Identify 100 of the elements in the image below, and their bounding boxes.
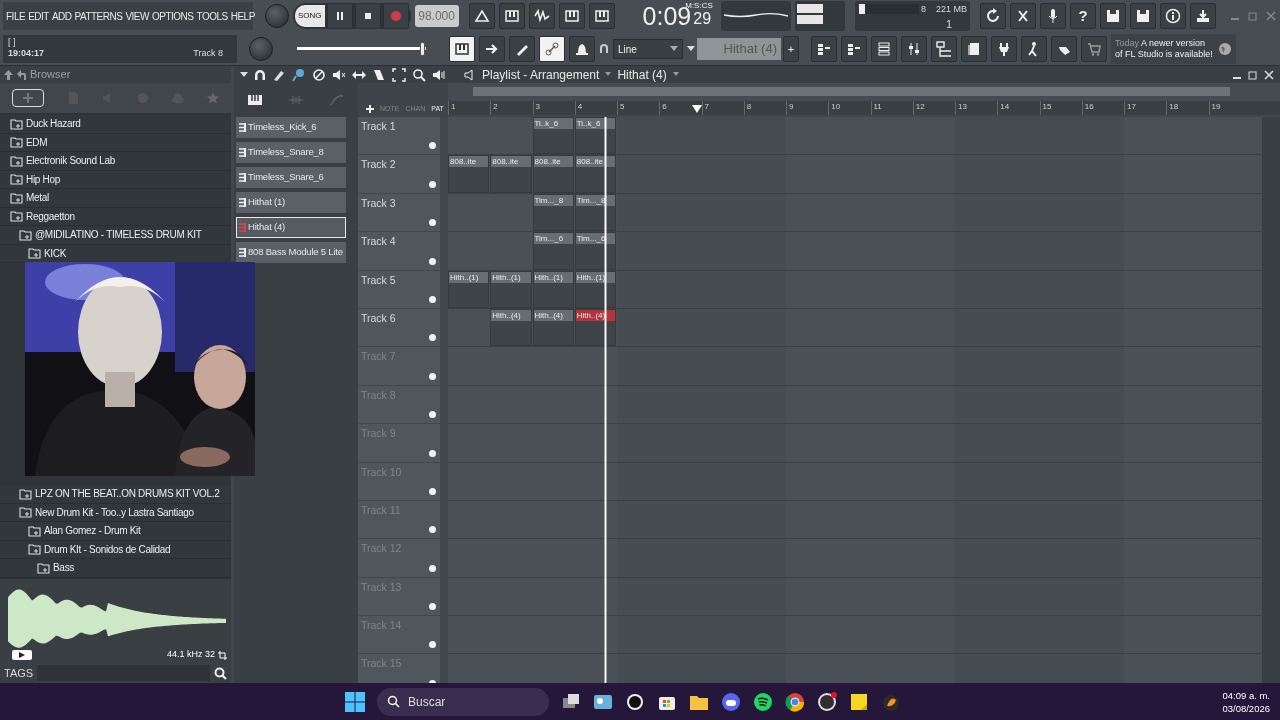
- channel-rack-button[interactable]: [871, 36, 897, 62]
- pattern-clip[interactable]: Hith..(4): [490, 308, 532, 347]
- menu-item[interactable]: HELP: [230, 8, 255, 24]
- up-arrow-icon[interactable]: [4, 69, 13, 80]
- folder-item[interactable]: KICK: [44, 245, 67, 261]
- track-label[interactable]: Track 2: [361, 158, 396, 171]
- browser-icon[interactable]: [785, 691, 805, 712]
- track-mute-switch[interactable]: [429, 334, 436, 342]
- pattern-item[interactable]: Hithat (4): [236, 217, 346, 238]
- pattern-clip[interactable]: 808..ite: [448, 155, 490, 193]
- add-pattern-button[interactable]: +: [783, 36, 799, 62]
- pattern-item[interactable]: 808 Bass Module 5 Lite: [236, 242, 346, 263]
- pattern-clip[interactable]: Ti..k_6: [574, 117, 616, 155]
- caret-icon[interactable]: [687, 46, 695, 52]
- horizontal-scrollbar[interactable]: [448, 83, 1280, 101]
- piano-keys-icon[interactable]: [247, 94, 262, 106]
- menu-item[interactable]: VIEW: [125, 8, 149, 24]
- folder-item[interactable]: @MIDILATINO - TIMELESS DRUM KIT: [35, 227, 202, 243]
- step-edit-button[interactable]: [558, 3, 585, 29]
- pause-button[interactable]: [326, 3, 353, 29]
- folder-item[interactable]: EDM: [26, 134, 48, 150]
- track-mute-switch[interactable]: [429, 641, 436, 649]
- folder-item[interactable]: Duck Hazard: [26, 116, 81, 132]
- track-label[interactable]: Track 5: [361, 273, 396, 286]
- pattern-item[interactable]: Timeless_Kick_6: [236, 117, 346, 138]
- pattern-clip[interactable]: Hith..(1): [532, 270, 574, 308]
- step-sequencer-button[interactable]: [841, 36, 867, 62]
- pattern-clip[interactable]: Hith..(1): [448, 270, 490, 308]
- track-mute-switch[interactable]: [429, 372, 436, 380]
- menu-item[interactable]: OPTIONS: [151, 8, 194, 24]
- folder-item[interactable]: Bass: [53, 560, 75, 576]
- track-mute-switch[interactable]: [429, 295, 436, 303]
- slice-icon[interactable]: [372, 67, 386, 82]
- sound-waves-icon[interactable]: [753, 691, 773, 712]
- track-label[interactable]: Track 6: [361, 311, 396, 324]
- folder-item[interactable]: Hip Hop: [26, 171, 61, 187]
- cut-button[interactable]: [1010, 3, 1037, 29]
- pattern-clip[interactable]: 808..ite: [574, 155, 616, 193]
- caret-icon[interactable]: [240, 71, 248, 78]
- folder-item[interactable]: LPZ ON THE BEAT..ON DRUMS KIT VOL.2: [35, 486, 220, 502]
- shop-button[interactable]: [1081, 36, 1107, 62]
- pattern-clip[interactable]: Hith..(1): [574, 270, 616, 308]
- track-mute-switch[interactable]: [429, 257, 436, 265]
- save-button[interactable]: [1100, 3, 1127, 29]
- playlist-button[interactable]: [811, 36, 837, 62]
- track-mute-switch[interactable]: [429, 219, 436, 227]
- track-mute-switch[interactable]: [429, 564, 436, 572]
- pattern-item[interactable]: Timeless_Snare_8: [236, 142, 346, 163]
- project-button[interactable]: [961, 36, 987, 62]
- taskbar-clock[interactable]: 04:09 a. m. 03/08/2026: [1222, 688, 1270, 715]
- zoom-icon[interactable]: [412, 67, 426, 82]
- back-arrow-icon[interactable]: [17, 69, 26, 80]
- stamp-button[interactable]: [569, 36, 595, 62]
- tutorial-button[interactable]: [1021, 36, 1047, 62]
- track-mute-switch[interactable]: [429, 603, 436, 611]
- link-button[interactable]: [539, 36, 565, 62]
- pattern-clip[interactable]: Hith..(4): [574, 308, 616, 347]
- folder-item[interactable]: Reggaetton: [26, 208, 75, 224]
- add-track-button[interactable]: [366, 103, 374, 114]
- pattern-clip[interactable]: Hith..(4): [532, 308, 574, 347]
- folder-item[interactable]: Electronik Sound Lab: [26, 153, 116, 169]
- pattern-clip[interactable]: Tim..._8: [532, 193, 574, 232]
- track-mute-switch[interactable]: [429, 487, 436, 495]
- news-panel[interactable]: Today A newer version of FL Studio is available!: [1111, 34, 1236, 64]
- undo-button[interactable]: [980, 3, 1007, 29]
- menu-item[interactable]: PATTERNS: [74, 8, 123, 24]
- track-mute-switch[interactable]: [429, 411, 436, 419]
- export-button[interactable]: [1190, 3, 1217, 29]
- search-icon[interactable]: [214, 666, 227, 680]
- save-new-version-button[interactable]: [1130, 3, 1157, 29]
- pattern-clip[interactable]: Hith..(1): [490, 270, 532, 308]
- countdown-button[interactable]: [528, 3, 555, 29]
- menu-item[interactable]: EDIT: [28, 8, 49, 24]
- recorder-icon[interactable]: [817, 691, 837, 712]
- touch-button[interactable]: [1051, 36, 1077, 62]
- piano-roll-button[interactable]: [449, 36, 475, 62]
- pattern-clip[interactable]: Tim..._6: [532, 232, 574, 270]
- track-mute-switch[interactable]: [429, 526, 436, 534]
- menu-item[interactable]: FILE: [6, 8, 26, 24]
- track-label[interactable]: Track 4: [361, 235, 396, 248]
- playlist-button[interactable]: [479, 36, 505, 62]
- select-frame-icon[interactable]: [392, 67, 406, 82]
- pattern-item[interactable]: Hithat (1): [236, 192, 346, 213]
- info-button[interactable]: [1160, 3, 1187, 29]
- song-mode-button[interactable]: SONG: [295, 5, 325, 27]
- master-volume-slider[interactable]: [297, 41, 429, 57]
- sticky-note-icon[interactable]: [849, 691, 869, 712]
- all-tab[interactable]: [11, 89, 44, 107]
- caret-icon[interactable]: [605, 72, 612, 77]
- help-button[interactable]: ?: [1070, 3, 1097, 29]
- snap-dropdown[interactable]: Line: [613, 39, 683, 59]
- mixer-button[interactable]: [901, 36, 927, 62]
- prohibited-icon[interactable]: [312, 67, 326, 82]
- ring-icon[interactable]: [625, 691, 645, 712]
- menu-item[interactable]: TOOLS: [196, 8, 228, 24]
- loop-record-button[interactable]: [588, 3, 615, 29]
- pattern-clip[interactable]: Tim..._8: [574, 193, 616, 232]
- record-audio-button[interactable]: [1040, 3, 1067, 29]
- folder-item[interactable]: Alan Gomez - Drum Kit: [44, 523, 141, 539]
- tempo-field[interactable]: 98.000: [414, 5, 459, 27]
